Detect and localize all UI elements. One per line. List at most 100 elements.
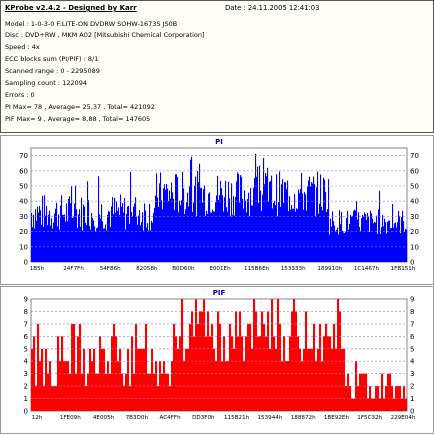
data-bar bbox=[174, 209, 176, 262]
data-bar bbox=[397, 222, 399, 262]
data-bar bbox=[232, 215, 234, 262]
y-tick-label-left: 30 bbox=[19, 213, 28, 221]
data-bar bbox=[119, 214, 121, 262]
data-bar bbox=[203, 299, 206, 411]
data-bar bbox=[276, 174, 278, 262]
data-bar bbox=[124, 198, 126, 262]
data-bar bbox=[207, 213, 209, 262]
data-bar bbox=[31, 348, 34, 411]
data-bar bbox=[185, 348, 188, 411]
data-bar bbox=[315, 216, 317, 262]
data-bar bbox=[293, 299, 296, 411]
data-bar bbox=[214, 211, 216, 262]
data-bar bbox=[257, 166, 259, 262]
data-bar bbox=[213, 348, 216, 411]
data-bar bbox=[328, 179, 330, 262]
pif-chart: PIF0 01 12 23 34 45 56 67 78 89 912h 1FE09h 4E005h 7B… bbox=[24, 289, 416, 421]
data-bar bbox=[147, 373, 150, 411]
data-bar bbox=[50, 225, 52, 262]
data-bar bbox=[57, 226, 59, 262]
data-bar bbox=[249, 323, 252, 411]
data-bar bbox=[403, 221, 405, 262]
data-bar bbox=[139, 210, 141, 262]
data-bar bbox=[297, 209, 299, 262]
data-bar bbox=[119, 348, 122, 411]
data-bar bbox=[344, 232, 346, 262]
data-bar bbox=[318, 213, 320, 262]
y-tick-label-left: 70 bbox=[19, 152, 28, 160]
data-bar bbox=[121, 206, 123, 262]
data-bar bbox=[89, 226, 91, 262]
data-bar bbox=[109, 373, 112, 411]
data-bar bbox=[305, 194, 307, 262]
data-bar bbox=[358, 212, 360, 262]
data-bar bbox=[295, 211, 297, 262]
data-bar bbox=[337, 299, 340, 411]
data-bar bbox=[351, 398, 354, 411]
data-bar bbox=[317, 171, 319, 262]
x-tick-label: 54F86h bbox=[100, 266, 121, 272]
data-bar bbox=[307, 348, 310, 411]
data-bar bbox=[61, 336, 64, 411]
data-bar bbox=[352, 215, 354, 262]
data-bar bbox=[307, 186, 309, 262]
data-bar bbox=[313, 323, 316, 411]
data-bar bbox=[299, 348, 302, 411]
data-bar bbox=[41, 224, 43, 262]
data-bar bbox=[405, 228, 407, 262]
data-bar bbox=[93, 220, 95, 262]
data-bar bbox=[375, 222, 377, 262]
x-tick-label: 1C1467h bbox=[354, 266, 380, 272]
data-bar bbox=[104, 228, 106, 262]
data-bar bbox=[312, 183, 314, 262]
y-tick-label-left: 4 bbox=[24, 358, 29, 366]
data-bar bbox=[224, 197, 226, 262]
data-bar bbox=[382, 215, 384, 262]
data-bar bbox=[164, 184, 166, 262]
x-tick-label: 153944h bbox=[257, 415, 282, 421]
data-bar bbox=[263, 323, 266, 411]
data-bar bbox=[127, 206, 129, 262]
app-title: KProbe v2.4.2 - Designed by Karr bbox=[5, 4, 137, 12]
data-bar bbox=[43, 227, 45, 262]
data-bar bbox=[74, 203, 76, 262]
data-bar bbox=[157, 386, 160, 411]
data-bar bbox=[215, 202, 217, 262]
data-bar bbox=[197, 323, 200, 411]
data-bar bbox=[329, 234, 331, 262]
data-bar bbox=[282, 179, 284, 262]
data-bar bbox=[279, 171, 281, 262]
data-bar bbox=[381, 373, 384, 411]
data-bar bbox=[335, 348, 338, 411]
x-tick-label: DD3F0h bbox=[192, 415, 215, 421]
data-bar bbox=[121, 373, 124, 411]
chart-title: PI bbox=[215, 138, 223, 146]
x-tick-label: 24F7Fh bbox=[63, 266, 84, 272]
data-bar bbox=[92, 218, 94, 262]
data-bar bbox=[169, 190, 171, 262]
data-bar bbox=[144, 203, 146, 262]
data-bar bbox=[281, 184, 283, 262]
data-bar bbox=[37, 206, 39, 262]
data-bar bbox=[150, 230, 152, 262]
data-bar bbox=[82, 230, 84, 262]
data-bar bbox=[327, 209, 329, 262]
data-bar bbox=[187, 192, 189, 262]
data-bar bbox=[269, 181, 271, 262]
data-bar bbox=[42, 195, 44, 262]
data-bar bbox=[337, 227, 339, 262]
data-bar bbox=[339, 210, 341, 262]
data-bar bbox=[85, 222, 87, 262]
data-bar bbox=[173, 323, 176, 411]
info-speed: Speed : 4x bbox=[5, 43, 40, 51]
data-bar bbox=[34, 228, 36, 262]
data-bar bbox=[298, 189, 300, 262]
y-tick-label-left: 5 bbox=[24, 345, 28, 353]
data-bar bbox=[101, 204, 103, 262]
data-bar bbox=[41, 348, 44, 411]
data-bar bbox=[91, 213, 93, 262]
data-bar bbox=[347, 373, 350, 411]
data-bar bbox=[222, 195, 224, 262]
data-bar bbox=[338, 234, 340, 262]
info-pif-stats: PIF Max= 9 , Average= 8,88 , Total= 1476… bbox=[5, 115, 151, 123]
